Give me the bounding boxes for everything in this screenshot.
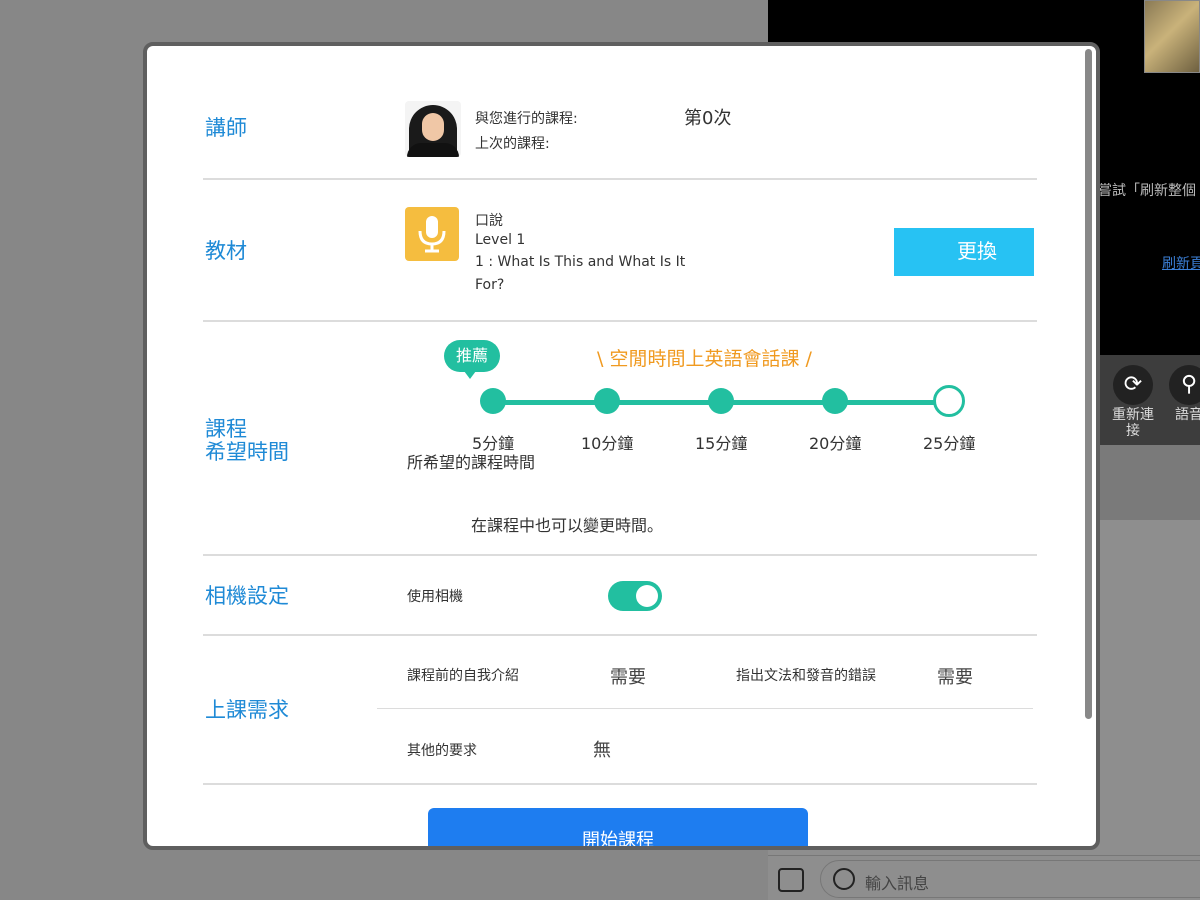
reconnect-button[interactable]: ⟳ 重新連接 (1108, 365, 1158, 439)
teacher-avatar (405, 101, 461, 157)
material-lesson-line2: For? (475, 277, 505, 293)
duration-option-4[interactable] (933, 385, 965, 417)
image-upload-icon[interactable] (778, 868, 804, 892)
duration-option-2[interactable] (708, 388, 734, 414)
chat-input[interactable]: 輸入訊息 (820, 860, 1200, 898)
correction-value[interactable]: 需要 (937, 663, 973, 689)
duration-option-3[interactable] (822, 388, 848, 414)
duration-section-label-line2: 希望時間 (205, 440, 289, 464)
divider (203, 554, 1037, 556)
last-lesson-label: 上次的課程: (475, 136, 550, 152)
duration-caption: 所希望的課程時間 (407, 453, 536, 472)
sessions-label: 與您進行的課程: (475, 111, 578, 127)
material-section-label: 教材 (205, 239, 247, 263)
voice-button[interactable]: ⚲ 語音 (1164, 365, 1200, 423)
refresh-page-link[interactable]: 刷新頁 (1162, 253, 1200, 273)
start-lesson-button[interactable]: 開始課程 (428, 808, 808, 846)
duration-option-label[interactable]: 15分鐘 (695, 430, 747, 454)
recommend-badge: 推薦 (444, 340, 500, 379)
remote-video-thumbnail[interactable] (1144, 0, 1200, 73)
emoji-icon[interactable] (833, 868, 855, 890)
material-lesson-line1: 1 : What Is This and What Is It (475, 254, 686, 270)
material-category: 口說 (475, 213, 503, 229)
divider (377, 708, 1033, 709)
duration-option-label[interactable]: 20分鐘 (809, 430, 861, 454)
camera-section-label: 相機設定 (205, 584, 289, 608)
duration-section-label-line1: 課程 (205, 417, 247, 441)
use-camera-label: 使用相機 (407, 589, 463, 605)
correction-label: 指出文法和發音的錯誤 (736, 668, 876, 684)
duration-option-1[interactable] (594, 388, 620, 414)
divider (203, 783, 1037, 785)
divider (203, 178, 1037, 180)
reconnect-label: 重新連接 (1112, 407, 1154, 439)
sessions-value: 第0次 (684, 108, 732, 129)
requirements-section-label: 上課需求 (205, 698, 289, 722)
chat-placeholder: 輸入訊息 (865, 874, 930, 893)
lesson-settings-modal: 講師 與您進行的課程: 第0次 上次的課程: 教材 口說 Level 1 1 :… (143, 42, 1100, 850)
material-level: Level 1 (475, 232, 526, 248)
self-intro-value[interactable]: 需要 (610, 663, 646, 689)
duration-hint: 在課程中也可以變更時間。 (471, 516, 664, 535)
background-hint-text: 嘗試「刷新整個 (1098, 183, 1196, 199)
background-band (1100, 445, 1200, 520)
duration-option-label[interactable]: 10分鐘 (581, 430, 633, 454)
divider (203, 634, 1037, 636)
duration-option-label[interactable]: 25分鐘 (923, 430, 975, 454)
scrollbar[interactable] (1085, 49, 1092, 719)
voice-label: 語音 (1175, 407, 1200, 423)
change-material-button[interactable]: 更換 (894, 228, 1034, 276)
self-intro-label: 課程前的自我介紹 (407, 668, 519, 684)
material-icon (405, 207, 459, 261)
slogan-text: \ 空閒時間上英語會話課 / (597, 348, 812, 370)
refresh-icon: ⟳ (1113, 365, 1153, 405)
search-icon: ⚲ (1169, 365, 1200, 405)
chat-bar: 輸入訊息 (768, 855, 1200, 900)
camera-toggle[interactable] (608, 581, 662, 611)
other-request-label: 其他的要求 (407, 743, 477, 759)
divider (203, 320, 1037, 322)
other-request-value[interactable]: 無 (593, 736, 611, 762)
control-bar: ⟳ 重新連接 ⚲ 語音 (1100, 355, 1200, 445)
microphone-icon (418, 216, 446, 253)
duration-option-label[interactable]: 5分鐘 (472, 430, 514, 454)
duration-option-0[interactable] (480, 388, 506, 414)
teacher-section-label: 講師 (205, 116, 247, 140)
